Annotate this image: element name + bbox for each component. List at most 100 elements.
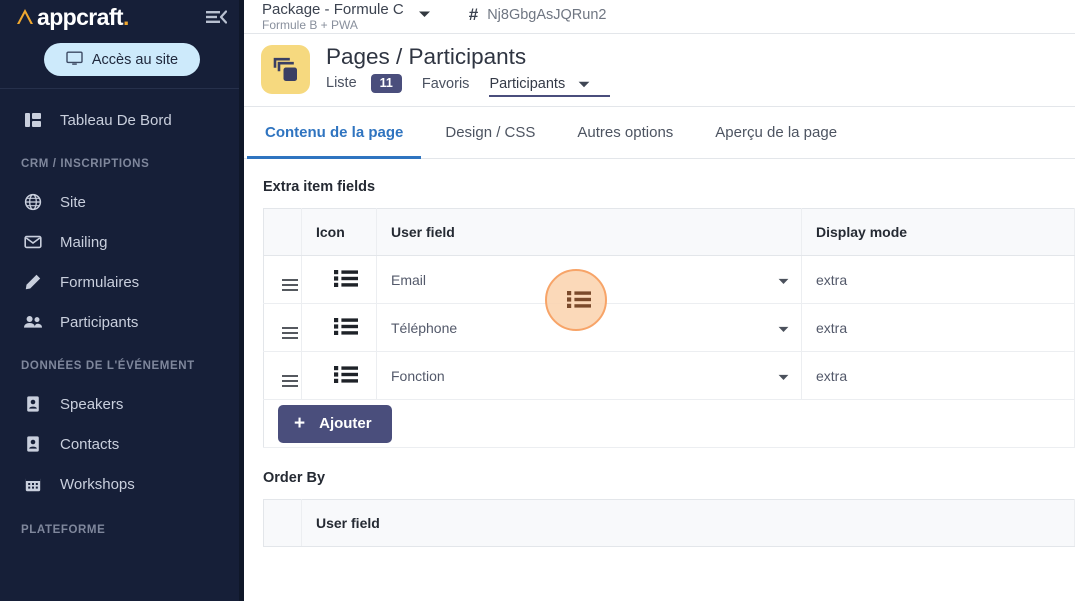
row-icon-cell[interactable] xyxy=(302,256,377,304)
calendar-icon xyxy=(22,473,44,495)
site-access-wrapper: Accès au site xyxy=(0,34,244,88)
sidebar-item-participants[interactable]: Participants xyxy=(0,302,244,342)
hash-icon: # xyxy=(469,5,478,25)
sidebar-item-label: Tableau De Bord xyxy=(60,113,172,128)
table-row: Email extra xyxy=(264,256,1075,304)
chevron-down-icon[interactable] xyxy=(778,272,789,288)
brand-dot: . xyxy=(123,4,129,30)
envelope-icon xyxy=(22,231,44,253)
status-badge: 11 xyxy=(371,74,402,93)
sidebar-item-contacts[interactable]: Contacts xyxy=(0,424,244,464)
order-by-title: Order By xyxy=(244,448,1075,499)
sidebar-item-label: Contacts xyxy=(60,437,119,452)
tab-design-css[interactable]: Design / CSS xyxy=(443,107,537,159)
sidebar: appcraft. Accès au site xyxy=(0,0,244,601)
row-drag-cell[interactable] xyxy=(264,352,302,400)
column-header-display-mode: Display mode xyxy=(802,209,1075,256)
breadcrumb-item-liste[interactable]: Liste 11 xyxy=(326,74,402,98)
drag-handle-icon[interactable] xyxy=(282,327,298,338)
sidebar-item-label: Speakers xyxy=(60,397,123,412)
column-header-user-field: User field xyxy=(302,500,1075,547)
row-display-mode-cell[interactable]: extra xyxy=(802,304,1075,352)
people-icon xyxy=(22,311,44,333)
sidebar-item-tableau-de-bord[interactable]: Tableau De Bord xyxy=(0,100,244,140)
page-title: Pages / Participants xyxy=(326,43,590,70)
row-user-field-cell[interactable]: Fonction xyxy=(377,352,802,400)
row-icon-cell[interactable] xyxy=(302,304,377,352)
sidebar-item-workshops[interactable]: Workshops xyxy=(0,464,244,504)
column-header-drag xyxy=(264,500,302,547)
chevron-down-icon[interactable] xyxy=(778,320,789,336)
brand-header: appcraft. xyxy=(0,0,244,34)
display-mode-value: extra xyxy=(816,368,847,384)
tab-apercu-de-la-page[interactable]: Aperçu de la page xyxy=(713,107,839,159)
list-bullet-icon[interactable] xyxy=(333,363,359,388)
row-display-mode-cell[interactable]: extra xyxy=(802,352,1075,400)
tab-label: Design / CSS xyxy=(445,124,535,141)
topbar: Package - Formule C Formule B + PWA # Nj… xyxy=(244,0,1075,34)
row-icon-cell[interactable] xyxy=(302,352,377,400)
chevron-down-icon[interactable] xyxy=(578,76,590,92)
tab-contenu-de-la-page[interactable]: Contenu de la page xyxy=(263,107,405,159)
display-mode-value: extra xyxy=(816,272,847,288)
package-selector[interactable]: Package - Formule C Formule B + PWA xyxy=(262,2,404,31)
badge-person-icon xyxy=(22,393,44,415)
breadcrumb-item-participants[interactable]: Participants xyxy=(489,76,590,97)
dashboard-icon xyxy=(22,109,44,131)
breadcrumb-label: Participants xyxy=(489,76,565,92)
extra-item-fields-table: Icon User field Display mode xyxy=(263,208,1075,448)
tab-bar: Contenu de la page Design / CSS Autres o… xyxy=(244,107,1075,159)
list-bullet-icon[interactable] xyxy=(333,315,359,340)
table-header-row: User field xyxy=(264,500,1075,547)
list-bullet-icon[interactable] xyxy=(333,267,359,292)
chevron-down-icon[interactable] xyxy=(778,368,789,384)
table-header-row: Icon User field Display mode xyxy=(264,209,1075,256)
add-button-label: Ajouter xyxy=(319,415,372,432)
add-row-cell: + Ajouter xyxy=(264,400,1075,448)
column-header-user-field: User field xyxy=(377,209,802,256)
brand-name: appcraft. xyxy=(37,6,129,29)
package-title: Package - Formule C xyxy=(262,2,404,18)
breadcrumb-item-favoris[interactable]: Favoris xyxy=(422,76,470,97)
sidebar-item-label: Site xyxy=(60,195,86,210)
tab-label: Contenu de la page xyxy=(265,124,403,141)
row-user-field-cell[interactable]: Email xyxy=(377,256,802,304)
add-button[interactable]: + Ajouter xyxy=(278,405,392,443)
drag-handle-icon[interactable] xyxy=(282,375,298,386)
table-row: Fonction extra xyxy=(264,352,1075,400)
user-field-value: Téléphone xyxy=(391,320,457,336)
sidebar-item-label: Formulaires xyxy=(60,275,139,290)
extra-item-fields-title: Extra item fields xyxy=(244,159,1075,208)
sidebar-section-crm: CRM / INSCRIPTIONS xyxy=(0,158,244,170)
app-root: appcraft. Accès au site xyxy=(0,0,1075,601)
column-header-drag xyxy=(264,209,302,256)
sidebar-item-label: Workshops xyxy=(60,477,135,492)
page-id-group: # Nj8GbgAsJQRun2 xyxy=(469,5,607,25)
main-area: Package - Formule C Formule B + PWA # Nj… xyxy=(244,0,1075,601)
tab-autres-options[interactable]: Autres options xyxy=(575,107,675,159)
badge-person-icon xyxy=(22,433,44,455)
sidebar-item-site[interactable]: Site xyxy=(0,182,244,222)
user-field-value: Email xyxy=(391,272,426,288)
sidebar-item-formulaires[interactable]: Formulaires xyxy=(0,262,244,302)
drag-handle-icon[interactable] xyxy=(282,279,298,290)
sidebar-item-speakers[interactable]: Speakers xyxy=(0,384,244,424)
chevron-down-icon[interactable] xyxy=(418,5,431,23)
package-subtitle: Formule B + PWA xyxy=(262,19,404,32)
row-user-field-cell[interactable]: Téléphone xyxy=(377,304,802,352)
sidebar-item-mailing[interactable]: Mailing xyxy=(0,222,244,262)
sidebar-item-label: Participants xyxy=(60,315,138,330)
sidebar-item-label: Mailing xyxy=(60,235,108,250)
breadcrumb-label: Liste xyxy=(326,75,357,91)
row-drag-cell[interactable] xyxy=(264,256,302,304)
row-drag-cell[interactable] xyxy=(264,304,302,352)
pencil-icon xyxy=(22,271,44,293)
table-row: Téléphone extra xyxy=(264,304,1075,352)
menu-collapse-icon[interactable] xyxy=(205,7,227,27)
site-access-label: Accès au site xyxy=(92,52,178,68)
table-footer-row: + Ajouter xyxy=(264,400,1075,448)
site-access-button[interactable]: Accès au site xyxy=(44,43,200,76)
tab-label: Autres options xyxy=(577,124,673,141)
row-display-mode-cell[interactable]: extra xyxy=(802,256,1075,304)
triangle-logo-icon xyxy=(14,6,36,28)
